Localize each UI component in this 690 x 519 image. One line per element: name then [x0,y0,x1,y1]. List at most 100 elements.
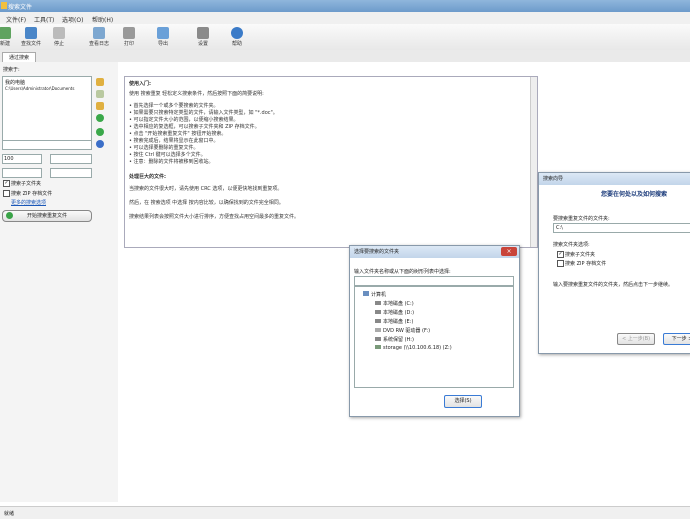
date-min-input[interactable] [2,168,42,178]
help-button[interactable]: 帮助 [224,27,250,47]
folder-dialog-ok-button[interactable]: 选择(S) [444,395,482,408]
guide-paragraph: 然后，在 搜索选项 中选择 按内容比较，以确保找到的文件完全相同。 [129,200,284,206]
folder-dialog-path-input[interactable] [354,276,514,286]
stop-button[interactable]: 停止 [46,27,72,47]
wizard-folder-value: C:\ [556,225,563,231]
subfolders-checkbox[interactable]: ✓ [3,180,10,187]
guide-panel: 使用入门: 使用 搜索重复 轻松定义搜索条件，然后按照下面的简要说明: • 首先… [124,76,538,248]
view-log-button[interactable]: 查看日志 [86,27,112,47]
size-max-input[interactable] [50,154,92,164]
tree-item-drive-d[interactable]: 本地磁盘 (D:) [375,309,414,316]
wizard-next-button[interactable]: 下一步 > [663,333,690,345]
folder-dialog-prompt: 输入文件夹名称或从下面的树形列表中选择: [354,269,451,275]
remove-icon[interactable] [96,128,104,136]
tree-item-drive-f[interactable]: DVD RW 驱动器 (F:) [375,327,430,334]
help-icon [231,27,243,39]
print-icon [123,27,135,39]
guide-step: • 如果需要只搜索特定类型的文件，请输入文件类型，如 "*.doc"。 [129,110,278,116]
guide-scrollbar[interactable] [530,77,537,247]
select-folder-dialog: 选择要搜索的文件夹 × 输入文件夹名称或从下面的树形列表中选择: 计算机 本地磁… [349,245,520,417]
guide-intro: 使用 搜索重复 轻松定义搜索条件，然后按照下面的简要说明: [129,91,264,97]
guide-step: • 按住 Ctrl 键可以选择多个文件。 [129,152,206,158]
wizard-folder-label: 要搜索重复文件的文件夹: [553,216,610,222]
export-button[interactable]: 导出 [150,27,176,47]
wizard-zip-checkbox[interactable] [557,260,564,267]
tree-item-computer[interactable]: 计算机 [363,291,386,298]
guide-step: • 搜索完成后，结果将显示在此窗口中。 [129,138,219,144]
computer-icon [363,291,369,296]
print-button[interactable]: 打印 [116,27,142,47]
folder-open-icon[interactable] [96,102,104,110]
wizard-subfolders-label: 搜索子文件夹 [565,252,596,258]
guide-step: • 点击 "开始搜索重复文件" 按钮开始搜索。 [129,131,227,137]
guide-step: • 可以指定文件大小的范围，以便缩小搜索结果。 [129,117,239,123]
remove-folder-icon[interactable] [96,90,104,98]
tree-item-drive-h[interactable]: 系统保留 (H:) [375,336,414,343]
title-bar: 搜索文件 [0,0,690,12]
wizard-zip-label: 搜索 ZIP 存档文件 [565,261,607,267]
log-icon [93,27,105,39]
wizard-title: 搜索向导 [539,173,690,185]
wizard-heading: 您要在何处以及如何搜索 [601,191,668,198]
subfolders-label: 搜索子文件夹 [11,181,42,187]
add-folder-icon[interactable] [96,78,104,86]
start-search-button[interactable]: 开始搜索重复文件 [2,210,92,222]
menu-file[interactable]: 文件(F) [6,15,26,24]
dvd-icon [375,328,381,332]
settings-button[interactable]: 设置 [190,27,216,47]
size-min-value: 100 [4,156,14,162]
guide-heading-large-files: 处理巨大的文件: [129,174,167,180]
left-panel: 搜索于: 我的电脑 C:\Users\Administrator\Documen… [0,62,118,502]
size-min-input[interactable]: 100 [2,154,42,164]
settings-icon [197,27,209,39]
guide-step: • 选中相应的复选框，可以搜索子文件夹和 ZIP 存档文件。 [129,124,260,130]
more-options-link[interactable]: 更多的搜索选项 [11,199,46,206]
guide-paragraph: 当搜索的文件很大时，请先使用 CRC 选项，以便更快地找到重复项。 [129,186,283,192]
toolbar: 新建 查找文件 停止 查看日志 打印 导出 设置 帮助 [0,24,690,51]
zip-label: 搜索 ZIP 存档文件 [11,191,53,197]
drive-icon [375,301,381,305]
search-in-label: 搜索于: [3,67,20,73]
guide-step: • 注意：删除的文件将被移到回收站。 [129,159,214,165]
network-drive-icon [375,345,381,349]
file-type-input[interactable] [2,140,92,150]
drive-icon [375,319,381,323]
status-bar: 就绪 [0,506,690,519]
new-button[interactable]: 新建 [0,27,18,47]
close-icon: × [506,248,512,255]
tree-item-drive-e[interactable]: 本地磁盘 (E:) [375,318,413,325]
guide-step: • 可以选择要删除的重复文件。 [129,145,199,151]
folder-item-computer[interactable]: 我的电脑 [5,79,25,86]
new-icon [0,27,11,39]
folder-dialog-title-bar: 选择要搜索的文件夹 [350,246,519,258]
folder-tree[interactable]: 计算机 本地磁盘 (C:) 本地磁盘 (D:) 本地磁盘 (E:) DVD RW… [354,286,514,388]
guide-paragraph: 搜索结果列表会按照文件大小进行排序，方便查找占用空间最多的重复文件。 [129,214,300,220]
zip-checkbox[interactable] [3,190,10,197]
tree-item-drive-z[interactable]: storage (\\10.100.6.18) (Z:) [375,345,452,351]
wizard-back-button[interactable]: < 上一步(B) [617,333,655,345]
menu-tools[interactable]: 工具(T) [34,15,54,24]
drive-icon [375,337,381,341]
export-icon [157,27,169,39]
file-type-dropdown-icon[interactable] [96,140,104,148]
wizard-options-label: 搜索文件夹选项: [553,242,590,248]
menu-options[interactable]: 选项(O) [62,15,83,24]
date-max-input[interactable] [50,168,92,178]
wizard-hint: 输入要搜索重复文件的文件夹，然后点击下一步继续。 [553,282,674,288]
tab-strip [0,50,690,62]
close-button[interactable]: × [501,247,517,256]
wizard-folder-input[interactable]: C:\ [553,223,690,233]
find-icon [25,27,37,39]
folder-item-documents[interactable]: C:\Users\Administrator\Documents [5,86,74,91]
app-icon [1,2,7,9]
guide-heading: 使用入门: [129,81,151,87]
folder-dialog-title: 选择要搜索的文件夹 [354,249,400,255]
tree-item-drive-c[interactable]: 本地磁盘 (C:) [375,300,414,307]
wizard-subfolders-checkbox[interactable]: ✓ [557,251,564,258]
add-icon[interactable] [96,114,104,122]
menu-help[interactable]: 帮助(H) [92,15,113,24]
folder-list[interactable]: 我的电脑 C:\Users\Administrator\Documents [2,76,92,150]
stop-icon [53,27,65,39]
find-files-button[interactable]: 查找文件 [18,27,44,47]
search-wizard-dialog: 搜索向导 您要在何处以及如何搜索 要搜索重复文件的文件夹: C:\ 搜索文件夹选… [538,172,690,354]
